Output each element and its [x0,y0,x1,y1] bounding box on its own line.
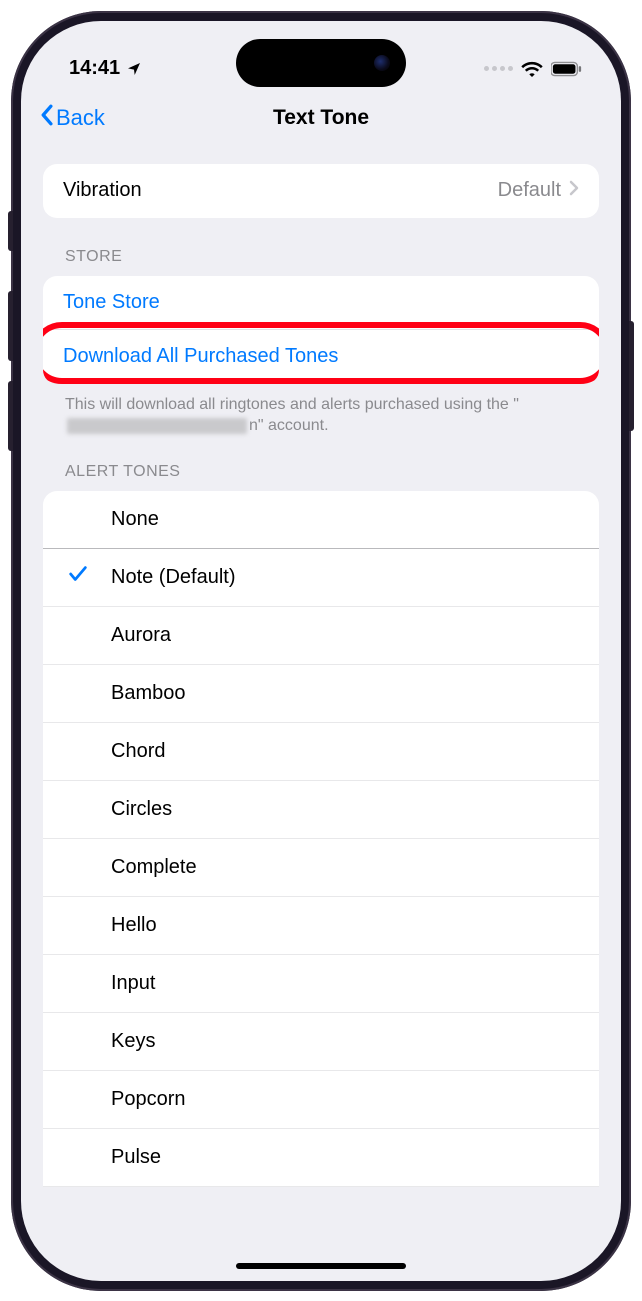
tone-label: Bamboo [111,682,186,705]
store-header: STORE [43,218,599,276]
tone-row[interactable]: Popcorn [43,1071,599,1129]
home-indicator[interactable] [236,1263,406,1269]
store-footer-suffix: n" account. [249,417,329,434]
battery-icon [551,61,583,77]
back-label: Back [56,105,105,131]
tone-row[interactable]: Complete [43,839,599,897]
tone-label: Complete [111,856,197,879]
download-all-label: Download All Purchased Tones [63,345,338,368]
tone-row[interactable]: Chord [43,723,599,781]
tone-label: Hello [111,914,157,937]
tone-store-row[interactable]: Tone Store [43,276,599,330]
vibration-row[interactable]: Vibration Default [43,164,599,218]
checkmark-icon [67,563,89,591]
tone-row[interactable]: Hello [43,897,599,955]
chevron-left-icon [39,104,54,132]
tone-label: Input [111,972,155,995]
status-time: 14:41 [69,57,120,80]
vibration-value: Default [498,179,561,202]
tone-label: Circles [111,798,172,821]
store-footer: This will download all ringtones and ale… [43,384,599,441]
alert-tones-header: ALERT TONES [43,441,599,491]
back-button[interactable]: Back [39,104,105,132]
tone-label: Aurora [111,624,171,647]
tone-label: Popcorn [111,1088,186,1111]
tone-row[interactable]: Note (Default) [43,549,599,607]
tone-label: Pulse [111,1146,161,1169]
dynamic-island [236,39,406,87]
wifi-icon [521,61,543,77]
tone-label: Note (Default) [111,566,236,589]
tone-label: None [111,508,159,531]
vibration-label: Vibration [63,179,498,202]
download-all-row[interactable]: Download All Purchased Tones [43,330,599,384]
tone-label: Keys [111,1030,155,1053]
tone-store-label: Tone Store [63,291,160,314]
location-icon [126,61,142,77]
tone-row[interactable]: Keys [43,1013,599,1071]
tone-row[interactable]: Input [43,955,599,1013]
page-title: Text Tone [273,106,369,130]
redacted-account [67,418,247,434]
tone-row[interactable]: Aurora [43,607,599,665]
tone-row[interactable]: Bamboo [43,665,599,723]
tone-label: Chord [111,740,165,763]
page-dots-icon [484,66,513,71]
tone-row[interactable]: None [43,491,599,549]
chevron-right-icon [569,179,579,202]
front-camera [374,55,390,71]
nav-bar: Back Text Tone [21,91,621,146]
tone-row[interactable]: Pulse [43,1129,599,1187]
store-footer-prefix: This will download all ringtones and ale… [65,396,519,413]
tone-row[interactable]: Circles [43,781,599,839]
alert-tones-list: None Note (Default) Aurora Bamboo Chord Circl… [43,491,599,1187]
